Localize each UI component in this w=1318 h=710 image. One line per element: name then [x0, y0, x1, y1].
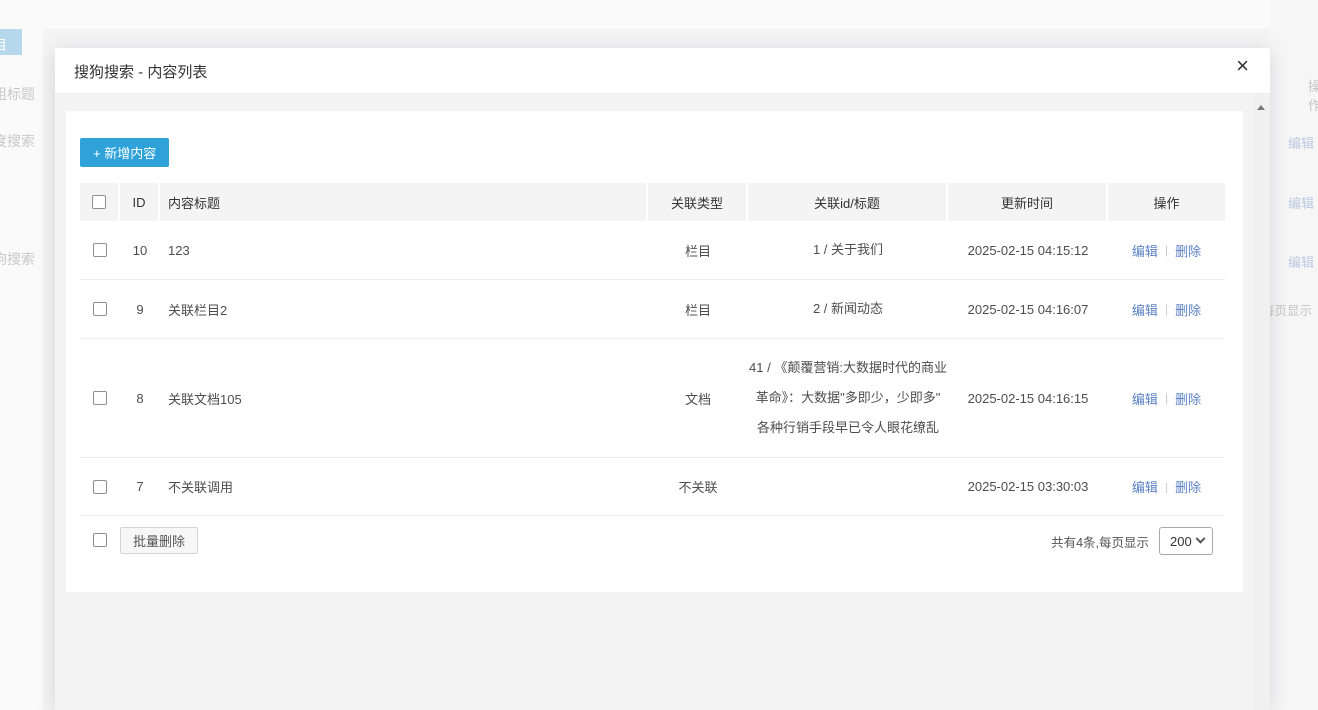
modal-title: 搜狗搜索 - 内容列表 [74, 61, 207, 82]
cell-title: 关联文档105 [160, 339, 648, 457]
header-title: 内容标题 [160, 183, 648, 221]
header-updated: 更新时间 [948, 183, 1108, 221]
row-checkbox[interactable] [93, 243, 107, 257]
cell-id: 8 [120, 339, 160, 457]
content-list-modal: 搜狗搜索 - 内容列表 × + 新增内容 ID 内容标题 关联类型 关联id/标… [55, 48, 1270, 710]
header-id: ID [120, 183, 160, 221]
cell-updated: 2025-02-15 04:15:12 [948, 221, 1108, 279]
close-icon[interactable]: × [1236, 55, 1249, 77]
cell-updated: 2025-02-15 04:16:07 [948, 280, 1108, 338]
row-checkbox[interactable] [93, 391, 107, 405]
cell-assoc-target: 41 / 《颠覆营销:大数据时代的商业 革命》：大数据"多即少，少即多" 各种行… [748, 339, 948, 457]
action-separator: | [1165, 391, 1168, 405]
delete-link[interactable]: 删除 [1175, 389, 1201, 408]
modal-body: + 新增内容 ID 内容标题 关联类型 关联id/标题 更新时间 操作 10 1… [55, 95, 1270, 710]
scroll-up-icon[interactable] [1257, 105, 1265, 110]
action-separator: | [1165, 243, 1168, 257]
cell-updated: 2025-02-15 03:30:03 [948, 458, 1108, 515]
row-checkbox[interactable] [93, 480, 107, 494]
action-separator: | [1165, 302, 1168, 316]
cell-assoc-type: 栏目 [648, 280, 748, 338]
cell-assoc-target [748, 458, 948, 515]
batch-delete-button[interactable]: 批量删除 [120, 527, 198, 554]
table-row: 7 不关联调用 不关联 2025-02-15 03:30:03 编辑 | 删除 [80, 458, 1225, 516]
header-actions: 操作 [1108, 183, 1225, 221]
modal-header: 搜狗搜索 - 内容列表 × [55, 48, 1270, 94]
page-size-value: 200 [1170, 534, 1192, 549]
table-header-row: ID 内容标题 关联类型 关联id/标题 更新时间 操作 [80, 183, 1225, 221]
table-footer: 批量删除 共有4条,每页显示 200 [80, 516, 1225, 586]
cell-assoc-type: 不关联 [648, 458, 748, 515]
action-separator: | [1165, 480, 1168, 494]
content-table: ID 内容标题 关联类型 关联id/标题 更新时间 操作 10 123 栏目 1… [80, 183, 1225, 586]
cell-assoc-target: 1 / 关于我们 [748, 221, 948, 279]
cell-title: 123 [160, 221, 648, 279]
background-topbar [0, 0, 1318, 29]
header-assoc-type: 关联类型 [648, 183, 748, 221]
footer-select-all-checkbox[interactable] [93, 533, 107, 547]
cell-updated: 2025-02-15 04:16:15 [948, 339, 1108, 457]
edit-link[interactable]: 编辑 [1132, 389, 1158, 408]
cell-title: 关联栏目2 [160, 280, 648, 338]
cell-id: 9 [120, 280, 160, 338]
page-size-select[interactable]: 200 [1159, 527, 1213, 555]
delete-link[interactable]: 删除 [1175, 241, 1201, 260]
add-content-button[interactable]: + 新增内容 [80, 138, 169, 167]
content-card: + 新增内容 ID 内容标题 关联类型 关联id/标题 更新时间 操作 10 1… [66, 111, 1243, 592]
header-assoc-target: 关联id/标题 [748, 183, 948, 221]
delete-link[interactable]: 删除 [1175, 300, 1201, 319]
cell-title: 不关联调用 [160, 458, 648, 515]
row-checkbox[interactable] [93, 302, 107, 316]
scrollbar[interactable] [1253, 95, 1270, 710]
background-sidebar [0, 0, 43, 710]
cell-assoc-type: 文档 [648, 339, 748, 457]
chevron-down-icon [1196, 533, 1206, 543]
cell-id: 10 [120, 221, 160, 279]
table-row: 10 123 栏目 1 / 关于我们 2025-02-15 04:15:12 编… [80, 221, 1225, 280]
table-row: 8 关联文档105 文档 41 / 《颠覆营销:大数据时代的商业 革命》：大数据… [80, 339, 1225, 458]
table-row: 9 关联栏目2 栏目 2 / 新闻动态 2025-02-15 04:16:07 … [80, 280, 1225, 339]
select-all-checkbox[interactable] [92, 195, 106, 209]
cell-assoc-type: 栏目 [648, 221, 748, 279]
edit-link[interactable]: 编辑 [1132, 477, 1158, 496]
background-right-panel [1270, 0, 1318, 710]
cell-assoc-target: 2 / 新闻动态 [748, 280, 948, 338]
delete-link[interactable]: 删除 [1175, 477, 1201, 496]
edit-link[interactable]: 编辑 [1132, 300, 1158, 319]
edit-link[interactable]: 编辑 [1132, 241, 1158, 260]
record-count-summary: 共有4条,每页显示 [1051, 532, 1149, 551]
cell-id: 7 [120, 458, 160, 515]
